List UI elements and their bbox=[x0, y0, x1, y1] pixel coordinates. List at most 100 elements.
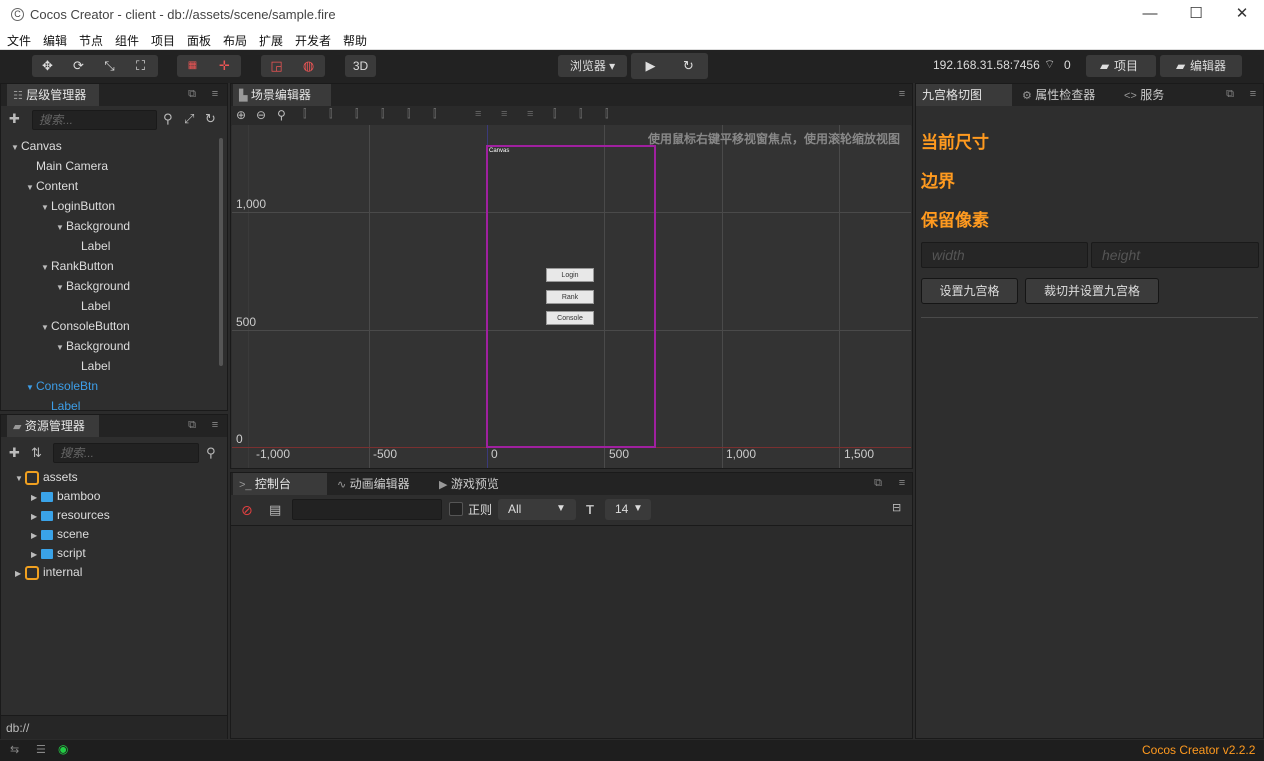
caret-right-icon[interactable]: ▶ bbox=[15, 564, 25, 583]
tab-properties[interactable]: ⚙ 属性检查器 bbox=[1016, 84, 1114, 106]
caret-down-icon[interactable]: ▼ bbox=[56, 278, 66, 298]
tab-console[interactable]: >_ 控制台 bbox=[233, 473, 327, 495]
menu-file[interactable]: 文件 bbox=[7, 32, 31, 49]
zoom-out-icon[interactable]: ⊖ bbox=[256, 108, 266, 122]
search-icon[interactable]: ⚲ bbox=[206, 445, 216, 461]
hierarchy-node[interactable]: ▼ Background bbox=[56, 276, 130, 296]
hierarchy-node[interactable]: Label bbox=[71, 236, 110, 256]
expand-all-icon[interactable]: ⤢ bbox=[184, 111, 194, 127]
asset-item[interactable]: ▶ script bbox=[31, 544, 86, 563]
distribute-vcenter-icon[interactable]: ≡ bbox=[501, 108, 507, 120]
align-right-icon[interactable]: ⫿ bbox=[355, 108, 359, 121]
maximize-button[interactable]: ☐ bbox=[1173, 0, 1219, 30]
menu-node[interactable]: 节点 bbox=[79, 32, 103, 49]
clear-console-icon[interactable]: ⊘ bbox=[241, 502, 253, 519]
menu-edit[interactable]: 编辑 bbox=[43, 32, 67, 49]
database-icon[interactable]: ☰ bbox=[36, 743, 46, 756]
popout-icon[interactable]: ⧉ bbox=[185, 87, 199, 101]
asset-item[interactable]: ▶ bamboo bbox=[31, 487, 100, 506]
menu-icon[interactable]: ≡ bbox=[895, 476, 909, 490]
browser-select[interactable]: 浏览器 ▾ bbox=[558, 55, 627, 77]
console-filter-input[interactable] bbox=[292, 499, 442, 520]
add-node-icon[interactable]: ✚ bbox=[9, 111, 20, 127]
open-log-icon[interactable]: ▤ bbox=[269, 502, 281, 518]
add-asset-icon[interactable]: ✚ bbox=[9, 445, 20, 461]
hierarchy-node[interactable]: ▼ ConsoleButton bbox=[41, 316, 130, 336]
menu-project[interactable]: 项目 bbox=[151, 32, 175, 49]
minimize-button[interactable]: — bbox=[1127, 0, 1173, 30]
asset-item[interactable]: ▼ assets bbox=[15, 468, 78, 487]
play-icon[interactable]: ▶ bbox=[635, 55, 666, 77]
set-nine-slice-button[interactable]: 设置九宫格 bbox=[921, 278, 1018, 304]
caret-right-icon[interactable]: ▶ bbox=[31, 507, 41, 526]
hierarchy-node[interactable]: ▼ Background bbox=[56, 216, 130, 236]
align-vcenter-icon[interactable]: ⫿ bbox=[407, 108, 411, 121]
pivot-icon[interactable]: ▦ bbox=[177, 55, 208, 77]
crop-and-set-nine-slice-button[interactable]: 裁切并设置九宫格 bbox=[1025, 278, 1159, 304]
caret-down-icon[interactable]: ▼ bbox=[41, 198, 51, 218]
hierarchy-node[interactable]: Label bbox=[71, 356, 110, 376]
close-button[interactable]: ✕ bbox=[1219, 0, 1264, 30]
rect-tool-icon[interactable]: ⛶ bbox=[125, 55, 156, 77]
sort-icon[interactable]: ⇅ bbox=[31, 445, 42, 461]
hierarchy-node[interactable]: ▼ Background bbox=[56, 336, 130, 356]
global-space-icon[interactable]: ◍ bbox=[293, 55, 324, 77]
hierarchy-node[interactable]: ▼ RankButton bbox=[41, 256, 114, 276]
popout-icon[interactable]: ⧉ bbox=[185, 418, 199, 432]
distribute-bottom-icon[interactable]: ≡ bbox=[527, 108, 533, 120]
menu-component[interactable]: 组件 bbox=[115, 32, 139, 49]
center-icon[interactable]: ✛ bbox=[209, 55, 240, 77]
refresh-icon[interactable]: ↻ bbox=[205, 111, 216, 127]
menu-icon[interactable]: ≡ bbox=[208, 87, 222, 101]
caret-down-icon[interactable]: ▼ bbox=[56, 218, 66, 238]
tab-game-preview[interactable]: ▶ 游戏预览 bbox=[433, 473, 515, 495]
assets-search-input[interactable]: 搜索... bbox=[53, 443, 199, 463]
popout-icon[interactable]: ⧉ bbox=[1223, 87, 1237, 101]
zoom-in-icon[interactable]: ⊕ bbox=[236, 108, 246, 122]
align-bottom-icon[interactable]: ⫿ bbox=[433, 108, 437, 121]
open-editor-button[interactable]: ▰ 编辑器 bbox=[1160, 55, 1242, 77]
tab-nine-slice[interactable]: 九宫格切图 bbox=[916, 84, 1012, 106]
asset-item[interactable]: ▶ internal bbox=[15, 563, 82, 582]
caret-down-icon[interactable]: ▼ bbox=[11, 138, 21, 158]
distribute-hcenter-icon[interactable]: ⫿ bbox=[579, 108, 583, 121]
tab-hierarchy[interactable]: ☷ 层级管理器 bbox=[7, 84, 99, 106]
hierarchy-node[interactable]: ▼ LoginButton bbox=[41, 196, 115, 216]
scene-console-button[interactable]: Console bbox=[546, 311, 594, 325]
menu-developer[interactable]: 开发者 bbox=[295, 32, 331, 49]
popout-icon[interactable]: ⧉ bbox=[871, 476, 885, 490]
hierarchy-node[interactable]: ▼ ConsoleBtn bbox=[26, 376, 98, 396]
menu-icon[interactable]: ≡ bbox=[1246, 87, 1260, 101]
hierarchy-node[interactable]: Label bbox=[41, 396, 80, 410]
hierarchy-node[interactable]: ▼ Canvas bbox=[11, 136, 62, 156]
sync-icon[interactable]: ⇆ bbox=[10, 743, 19, 756]
distribute-right-icon[interactable]: ⫿ bbox=[605, 108, 609, 121]
caret-down-icon[interactable]: ▼ bbox=[56, 338, 66, 358]
scene-rank-button[interactable]: Rank bbox=[546, 290, 594, 304]
menu-help[interactable]: 帮助 bbox=[343, 32, 367, 49]
hierarchy-search-input[interactable]: 搜索... bbox=[32, 110, 157, 130]
zoom-reset-icon[interactable]: ⚲ bbox=[277, 108, 286, 122]
distribute-top-icon[interactable]: ≡ bbox=[475, 108, 481, 120]
menu-icon[interactable]: ≡ bbox=[895, 87, 909, 101]
scale-tool-icon[interactable]: ⤡ bbox=[94, 55, 125, 77]
scene-login-button[interactable]: Login bbox=[546, 268, 594, 282]
caret-right-icon[interactable]: ▶ bbox=[31, 545, 41, 564]
caret-down-icon[interactable]: ▼ bbox=[41, 258, 51, 278]
menu-layout[interactable]: 布局 bbox=[223, 32, 247, 49]
tab-assets[interactable]: ▰ 资源管理器 bbox=[7, 415, 99, 437]
move-tool-icon[interactable]: ✥ bbox=[32, 55, 63, 77]
open-project-button[interactable]: ▰ 项目 bbox=[1086, 55, 1156, 77]
log-level-select[interactable]: All ▼ bbox=[498, 499, 576, 520]
caret-right-icon[interactable]: ▶ bbox=[31, 526, 41, 545]
caret-down-icon[interactable]: ▼ bbox=[15, 469, 25, 488]
menu-panel[interactable]: 面板 bbox=[187, 32, 211, 49]
align-hcenter-icon[interactable]: ⫿ bbox=[329, 108, 333, 121]
local-space-icon[interactable]: ◲ bbox=[261, 55, 292, 77]
distribute-left-icon[interactable]: ⫿ bbox=[553, 108, 557, 121]
font-size-select[interactable]: 14 ▼ bbox=[605, 499, 651, 520]
caret-down-icon[interactable]: ▼ bbox=[26, 378, 36, 398]
menu-icon[interactable]: ≡ bbox=[208, 418, 222, 432]
width-input[interactable]: width bbox=[921, 242, 1088, 268]
3d-toggle-button[interactable]: 3D bbox=[345, 55, 376, 77]
